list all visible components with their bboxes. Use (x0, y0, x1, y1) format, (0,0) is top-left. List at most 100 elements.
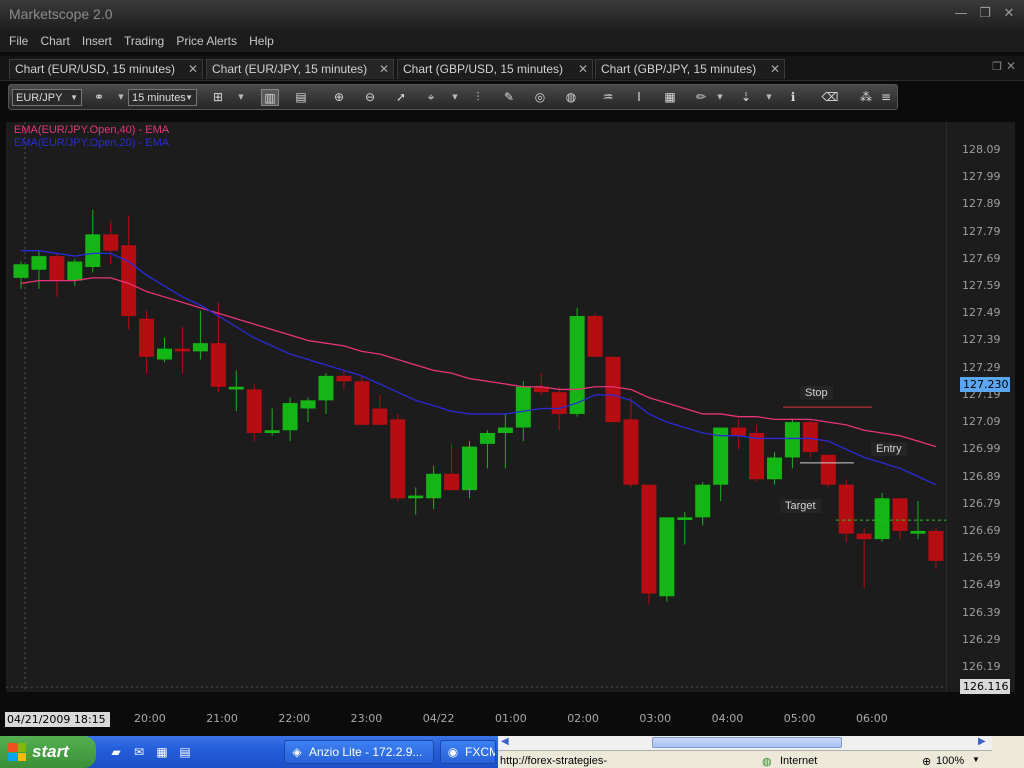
close-button[interactable]: ✕ (1002, 6, 1016, 22)
timeframe-value: 15 minutes (132, 92, 186, 104)
current-price-label: 127.230 (960, 377, 1010, 392)
candle-body (605, 356, 621, 423)
tab-close-icon[interactable]: ✕ (188, 60, 198, 79)
tab-gbp-jpy[interactable]: Chart (GBP/JPY, 15 minutes) ✕ (595, 59, 785, 79)
chevron-down-icon[interactable]: ▼ (765, 89, 773, 106)
chart-type-icon[interactable]: ⊞ (209, 89, 227, 106)
abc-icon[interactable]: ℹ (784, 89, 802, 106)
candles-icon[interactable]: ▥ (261, 89, 279, 106)
vertical-line-icon[interactable]: ⫶ (469, 89, 487, 106)
symbol-select[interactable]: EUR/JPY ▼ (12, 89, 82, 106)
panel-close-icon[interactable]: ✕ (1006, 59, 1016, 73)
minimize-button[interactable]: — (954, 6, 968, 22)
candle-body (121, 245, 137, 316)
properties-icon[interactable]: ⁂ (857, 89, 875, 106)
candle-body (408, 495, 424, 499)
price-tick-label: 126.99 (962, 442, 1001, 456)
chart-toolbar: EUR/JPY ▼ ⚭ ▼ 15 minutes ▼ ⊞ ▼ ▥ ▤ ⊕ ⊖ ➚ ⌖… (8, 84, 898, 110)
time-tick-label: 20:00 (134, 712, 166, 725)
candle-body (300, 400, 316, 409)
candle-body (264, 430, 280, 433)
timeframe-select[interactable]: 15 minutes ▼ (128, 89, 197, 106)
price-tick-label: 127.99 (962, 170, 1001, 184)
zoom-level[interactable]: 100% (936, 755, 964, 767)
restore-button[interactable]: ❐ (978, 6, 992, 22)
zoom-out-icon[interactable]: ⊖ (361, 89, 379, 106)
tab-eur-usd[interactable]: Chart (EUR/USD, 15 minutes) ✕ (9, 59, 203, 79)
menu-insert[interactable]: Insert (82, 31, 112, 48)
candlestick-plot[interactable] (6, 122, 946, 692)
menu-chart[interactable]: Chart (40, 31, 69, 48)
candle-body (174, 348, 190, 352)
panel-icon[interactable]: ▦ (661, 89, 679, 106)
folder-icon[interactable]: ▰ (108, 744, 124, 760)
scrollbar-thumb[interactable] (652, 737, 842, 748)
start-button[interactable]: start (0, 736, 96, 768)
time-tick-label: 04:00 (711, 712, 744, 725)
candle-body (641, 484, 657, 594)
panel-restore-icon[interactable]: ❐ (992, 60, 1002, 73)
cursor-icon[interactable]: ➚ (392, 89, 410, 106)
chevron-down-icon[interactable]: ▼ (972, 755, 980, 764)
chevron-down-icon: ▼ (185, 93, 193, 102)
annotation-entry[interactable]: Entry (871, 441, 907, 456)
scroll-right-icon[interactable]: ▶ (978, 736, 986, 747)
menu-help[interactable]: Help (249, 31, 274, 48)
chevron-down-icon[interactable]: ▼ (451, 89, 459, 106)
chevron-down-icon[interactable]: ▼ (716, 89, 724, 106)
chevron-down-icon[interactable]: ▼ (117, 89, 125, 106)
price-chart[interactable] (6, 122, 946, 692)
candle-body (587, 315, 603, 357)
annotation-stop[interactable]: Stop (800, 386, 833, 401)
crosshair-icon[interactable]: ⌖ (422, 89, 440, 106)
horizontal-scrollbar[interactable]: ◀ ▶ (498, 736, 992, 751)
indicator-icon[interactable]: ♒ (599, 89, 617, 106)
tab-label: Chart (GBP/JPY, 15 minutes) (601, 62, 757, 76)
tab-gbp-usd[interactable]: Chart (GBP/USD, 15 minutes) ✕ (397, 59, 593, 79)
zoom-in-icon[interactable]: ⊕ (330, 89, 348, 106)
eraser-icon[interactable]: ⌫ (821, 89, 839, 106)
notepad-icon[interactable]: ▤ (177, 744, 193, 760)
candle-body (497, 427, 513, 433)
indicator-ema40-label[interactable]: EMA(EUR/JPY.Open,40) - EMA (14, 124, 169, 136)
time-tick-label: 04/22 (422, 712, 455, 725)
tab-eur-jpy[interactable]: Chart (EUR/JPY, 15 minutes) ✕ (206, 59, 394, 79)
indicator-ema20-label[interactable]: EMA(EUR/JPY.Open,20) - EMA (14, 137, 169, 149)
excel-icon[interactable]: ▦ (154, 744, 170, 760)
annotation-target[interactable]: Target (780, 499, 821, 514)
candle-body (659, 517, 675, 597)
marker-icon[interactable]: ⇣ (737, 89, 755, 106)
task-fxcm[interactable]: ◉ FXCM (440, 740, 496, 764)
candle-body (856, 533, 872, 540)
menu-price-alerts[interactable]: Price Alerts (176, 31, 237, 48)
candle-body (695, 484, 711, 518)
price-tick-label: 126.49 (962, 578, 1001, 592)
bars-icon[interactable]: ▤ (292, 89, 310, 106)
candle-body (318, 375, 334, 401)
link-icon[interactable]: ⚭ (90, 89, 108, 106)
globe-icon[interactable]: ◍ (562, 89, 580, 106)
eye-icon[interactable]: ◎ (531, 89, 549, 106)
note-icon[interactable]: ✎ (500, 89, 518, 106)
price-tick-label: 127.09 (962, 415, 1001, 429)
toolbar-menu-icon[interactable]: ≡ (881, 89, 891, 106)
chevron-down-icon[interactable]: ▼ (237, 89, 245, 106)
tab-close-icon[interactable]: ✕ (578, 60, 588, 79)
text-icon[interactable]: Ⅰ (630, 89, 648, 106)
candle-body (766, 457, 782, 480)
menu-trading[interactable]: Trading (124, 31, 164, 48)
candle-body (49, 256, 65, 281)
outlook-icon[interactable]: ✉ (131, 744, 147, 760)
zoom-icon[interactable]: ⊕ (922, 755, 931, 768)
candle-body (139, 318, 155, 357)
menu-file[interactable]: File (9, 31, 28, 48)
tab-close-icon[interactable]: ✕ (379, 60, 389, 79)
pen-icon[interactable]: ✏ (692, 89, 710, 106)
scroll-left-icon[interactable]: ◀ (501, 736, 509, 747)
tab-close-icon[interactable]: ✕ (770, 60, 780, 79)
task-anzio-lite[interactable]: ◈ Anzio Lite - 172.2.9... (284, 740, 434, 764)
tab-label: Chart (GBP/USD, 15 minutes) (403, 62, 564, 76)
time-tick-label: 23:00 (350, 712, 383, 725)
window-controls: — ❐ ✕ (954, 6, 1016, 22)
candle-body (910, 530, 926, 534)
